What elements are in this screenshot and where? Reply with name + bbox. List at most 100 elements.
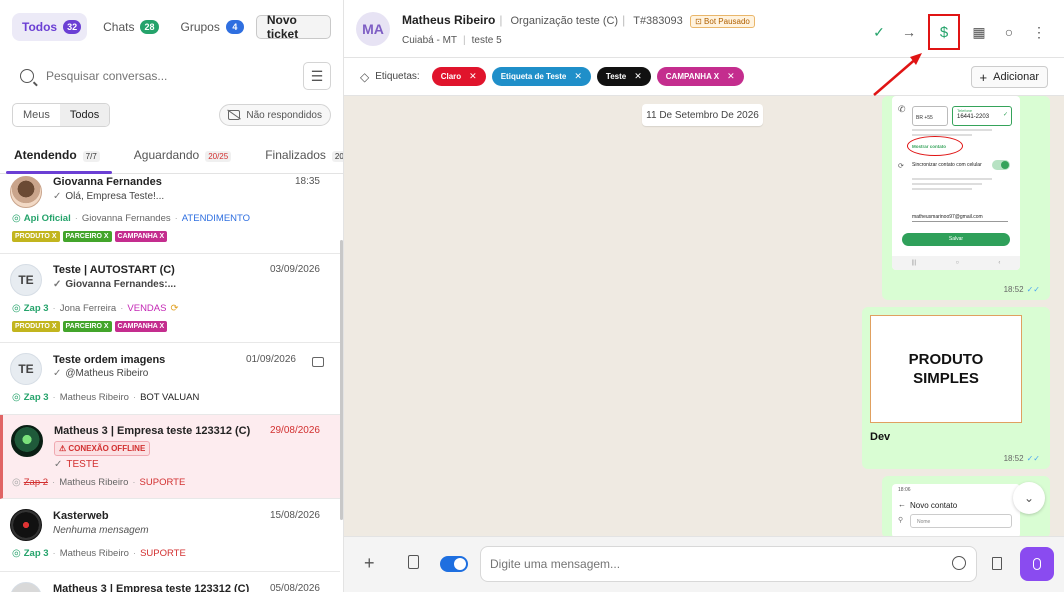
label-chip[interactable]: CAMPANHA X ✕: [656, 67, 744, 86]
separator: ·: [52, 392, 56, 403]
tab-finished[interactable]: Finalizados 20/151: [251, 140, 343, 173]
tab-attending[interactable]: Atendendo 7/7: [0, 140, 112, 174]
remove-label-icon[interactable]: ✕: [634, 71, 642, 82]
ticket-item[interactable]: TE Teste | AUTOSTART (C) 03/09/2026 ✓ Gio…: [0, 254, 340, 343]
home-icon: ○: [955, 260, 960, 266]
add-label-button[interactable]: + Adicionar: [970, 66, 1048, 88]
ticket-item-selected[interactable]: Matheus 3 | Empresa teste 123312 (C) 29/…: [0, 415, 340, 499]
label-chip[interactable]: Etiqueta de Teste ✕: [491, 67, 591, 86]
ticket-item[interactable]: Giovanna Fernandes 18:35 ✓ Olá, Empresa T…: [0, 174, 340, 254]
ticket-queue: VENDAS: [127, 303, 167, 314]
payment-button[interactable]: $: [928, 14, 960, 50]
status-tabs: Atendendo 7/7 Aguardando 20/25 Finalizados…: [0, 140, 343, 174]
menu-icon: |||: [911, 260, 917, 266]
ticket-contact-name: Matheus 3 | Empresa teste 123312 (C): [53, 583, 250, 592]
phone-field-value: 16441-2203: [957, 114, 990, 120]
schedule-button[interactable]: ▦: [964, 17, 994, 47]
filter-settings-button[interactable]: ☰: [303, 62, 331, 90]
remove-label-icon[interactable]: ✕: [574, 71, 582, 82]
remove-label-icon[interactable]: ✕: [727, 71, 735, 82]
ticket-date: 15/08/2026: [269, 510, 320, 521]
country-select: BR +55: [912, 106, 948, 126]
bot-paused-badge: ⊡ Bot Pausado: [690, 15, 755, 28]
message-time: 18:52 ✓✓: [1004, 454, 1040, 463]
tab-waiting-count: 20/25: [205, 151, 232, 162]
filter-groups[interactable]: Grupos 4: [171, 13, 250, 41]
tag-campaign: CAMPANHA X: [114, 231, 168, 242]
attach-plus-icon[interactable]: +: [364, 553, 375, 574]
segment-mine[interactable]: Meus: [13, 104, 60, 126]
ticket-preview: Nenhuma mensagem: [53, 525, 149, 536]
ticket-item[interactable]: Matheus 3 | Empresa teste 123312 (C) 05/…: [0, 572, 340, 592]
ticket-item[interactable]: Kasterweb 15/08/2026 Nenhuma mensagem ◎ …: [0, 499, 340, 572]
message-input[interactable]: [490, 557, 930, 571]
contact-name[interactable]: Matheus Ribeiro: [402, 13, 495, 27]
message-icon[interactable]: [312, 357, 324, 367]
list-scrollbar[interactable]: [340, 240, 343, 520]
search-messages-button[interactable]: ○: [994, 17, 1024, 47]
filter-row: Todos 32 Chats 28 Grupos 4 Novo ticket: [12, 12, 331, 42]
document-icon[interactable]: [992, 557, 1002, 570]
ticket-meta: ◎ Zap 3 · Matheus Ribeiro · SUPORTE: [12, 548, 186, 559]
tag-partner: PARCEIRO X: [62, 231, 112, 242]
filter-chats[interactable]: Chats 28: [93, 13, 164, 41]
emoji-icon[interactable]: [952, 556, 966, 570]
remove-label-icon[interactable]: ✕: [469, 71, 477, 82]
segment-all[interactable]: Todos: [59, 104, 110, 126]
ticket-preview-text: TESTE: [66, 459, 99, 470]
separator: |: [622, 13, 626, 27]
label-chip-text: Claro: [440, 72, 462, 81]
contact-tag: teste 5: [471, 35, 502, 46]
dollar-icon: $: [939, 23, 949, 41]
ticket-item[interactable]: TE Teste ordem imagens 01/09/2026 ✓ @Math…: [0, 343, 340, 415]
calendar-icon: ▦: [972, 23, 986, 40]
ticket-agent: Matheus Ribeiro: [59, 392, 129, 403]
ticket-preview: ✓ Olá, Empresa Teste!...: [53, 191, 164, 202]
record-audio-button[interactable]: [1020, 547, 1054, 581]
resolve-button[interactable]: ✓: [864, 17, 894, 47]
message-time-text: 18:52: [1003, 285, 1024, 294]
image-attachment[interactable]: 18:06 ← Novo contato ⚲ Nome: [892, 484, 1020, 538]
ticket-meta: ◎ Zap 2 · Matheus Ribeiro · SUPORTE: [12, 477, 185, 488]
blurred-text: [912, 129, 992, 131]
ticket-date: 05/08/2026: [269, 583, 320, 592]
label-chip-text: Etiqueta de Teste: [500, 72, 567, 81]
filter-all-count: 32: [63, 20, 82, 34]
status-bar-time: 18:06: [898, 487, 911, 493]
back-icon: ‹: [998, 260, 1001, 266]
ticket-connection: Api Oficial: [23, 213, 71, 224]
contact-avatar[interactable]: MA: [356, 12, 390, 46]
file-icon[interactable]: [408, 555, 419, 569]
ticket-agent: Matheus Ribeiro: [59, 477, 129, 488]
scroll-down-button[interactable]: ⌄: [1013, 482, 1045, 514]
blurred-text: [912, 183, 982, 185]
signature-toggle[interactable]: [440, 556, 468, 572]
tab-waiting[interactable]: Aguardando 20/25: [120, 140, 239, 173]
screenshot-title: Novo contato: [910, 501, 958, 510]
message-input-wrapper: [480, 546, 977, 582]
image-attachment[interactable]: ✆ BR +55 Telefone 16441-2203 ✓ Mostrar c…: [892, 96, 1020, 270]
new-ticket-button[interactable]: Novo ticket: [255, 13, 331, 41]
message-bubble[interactable]: ✆ BR +55 Telefone 16441-2203 ✓ Mostrar c…: [882, 96, 1050, 300]
chevron-down-icon: ⌄: [1023, 491, 1035, 505]
separator: |: [463, 35, 466, 46]
ticket-queue: BOT VALUAN: [140, 392, 200, 403]
ticket-preview-text: Giovanna Fernandes:...: [65, 279, 176, 290]
filter-all[interactable]: Todos 32: [12, 13, 88, 41]
label-chip[interactable]: Claro ✕: [431, 67, 486, 86]
ticket-date: 29/08/2026: [269, 425, 320, 436]
transfer-button[interactable]: →: [894, 17, 924, 47]
image-attachment[interactable]: PRODUTO SIMPLES: [870, 315, 1022, 423]
search-input[interactable]: [46, 69, 286, 83]
message-bubble[interactable]: PRODUTO SIMPLES Dev 18:52 ✓✓: [862, 307, 1050, 469]
not-answered-button[interactable]: Não respondidos: [219, 104, 331, 126]
warning-icon: ⚠: [59, 444, 69, 453]
offline-badge-label: CONEXÃO OFFLINE: [68, 444, 146, 453]
whatsapp-icon: ◎: [12, 213, 21, 224]
sync-icon: ⟳: [170, 303, 179, 314]
more-options-button[interactable]: ⋮: [1024, 17, 1054, 47]
label-chip[interactable]: Teste ✕: [596, 67, 651, 86]
message-off-icon: [228, 110, 241, 120]
tag-product: PRODUTO X: [12, 231, 60, 242]
avatar: [10, 509, 42, 541]
